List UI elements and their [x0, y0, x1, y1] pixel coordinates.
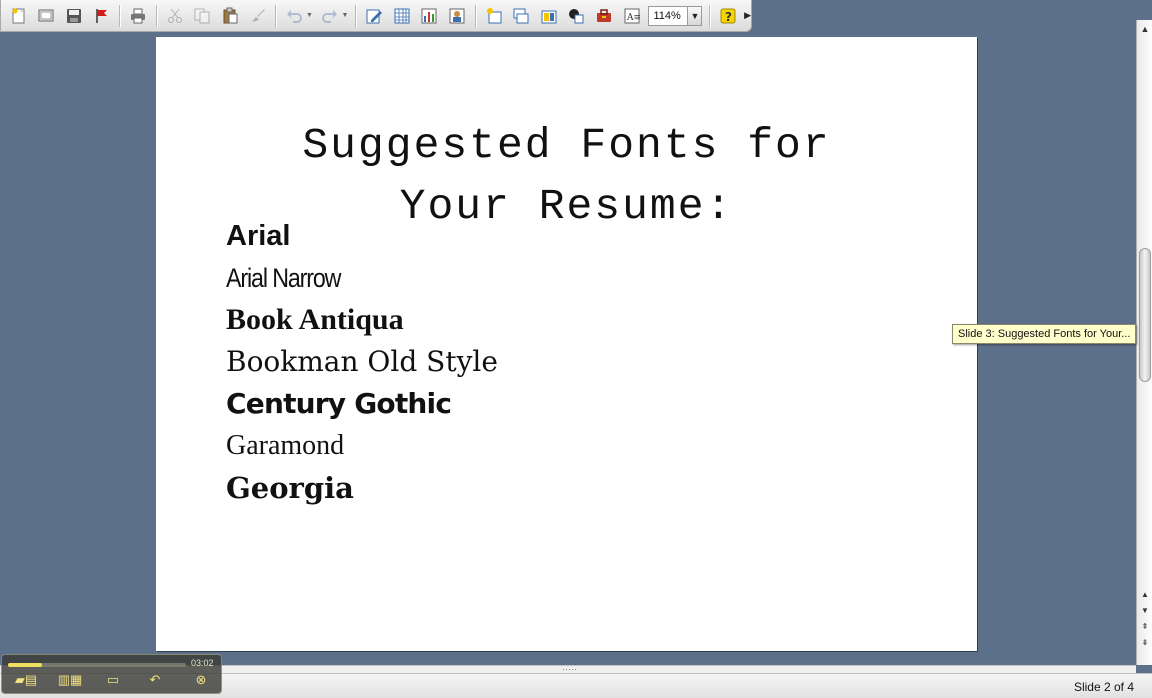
splitter-grip-icon[interactable]: ····· — [562, 665, 577, 674]
display-icon[interactable]: ▭ — [98, 671, 128, 689]
toolbar-separator — [709, 4, 711, 27]
zoom-value: 114% — [653, 9, 681, 22]
font-name-book-antiqua: Book Antiqua — [226, 303, 404, 336]
scroll-down-icon[interactable]: ▼ — [1137, 604, 1152, 618]
standard-toolbar: ▼ ▼ A≡ 114% ▼ ? ▶ — [0, 0, 752, 32]
undo-dropdown-icon[interactable]: ▼ — [306, 12, 314, 19]
toolbar-separator — [275, 4, 277, 27]
recording-progress-track[interactable] — [8, 663, 186, 667]
transition-icon[interactable] — [565, 4, 589, 28]
new-icon[interactable] — [7, 4, 31, 28]
undo-recording-icon[interactable]: ↶ — [142, 671, 168, 689]
cut-icon[interactable] — [163, 4, 187, 28]
notes-icon[interactable]: ▰▤ — [10, 671, 42, 689]
stop-recording-icon[interactable]: ⊗ — [188, 671, 214, 689]
list-item[interactable]: Garamond — [226, 425, 498, 467]
toolbar-separator — [119, 4, 121, 27]
save-icon[interactable] — [62, 4, 86, 28]
list-item[interactable]: Georgia — [226, 467, 498, 509]
copy-icon[interactable] — [191, 4, 215, 28]
flag-icon[interactable] — [90, 4, 114, 28]
print-icon[interactable] — [126, 4, 150, 28]
scroll-thumb[interactable] — [1139, 248, 1151, 382]
workspace-top — [752, 0, 1138, 20]
edit-icon[interactable] — [362, 4, 386, 28]
redo-dropdown-icon[interactable]: ▼ — [342, 12, 350, 19]
table-icon[interactable] — [390, 4, 414, 28]
font-name-arial-narrow: Arial Narrow — [226, 263, 341, 293]
recording-progress-fill — [8, 663, 42, 667]
textbox-icon[interactable]: A≡ — [620, 4, 644, 28]
list-item[interactable]: Bookman Old Style — [226, 341, 498, 383]
paste-icon[interactable] — [218, 4, 242, 28]
toolbar-separator — [156, 4, 158, 27]
scroll-up-icon[interactable]: ▲ — [1137, 588, 1152, 602]
toolbar-separator — [474, 4, 476, 27]
svg-text:?: ? — [725, 10, 732, 24]
font-name-arial: Arial — [226, 220, 291, 252]
slides-icon[interactable] — [509, 4, 533, 28]
list-item[interactable]: Arial Narrow — [226, 257, 498, 299]
list-item[interactable]: Book Antiqua — [226, 299, 498, 341]
toolbar-separator — [355, 4, 357, 27]
toolbox-icon[interactable] — [592, 4, 616, 28]
recording-time: 03:02 — [191, 658, 214, 668]
view-layout-icon[interactable]: ▥▦ — [50, 671, 90, 689]
font-name-bookman: Bookman Old Style — [226, 345, 498, 378]
layout-icon[interactable] — [537, 4, 561, 28]
slide-canvas[interactable]: Suggested Fonts for Your Resume: Arial A… — [156, 37, 977, 651]
slide-indicator: Slide 2 of 4 — [1073, 680, 1134, 694]
chevron-down-icon[interactable]: ▼ — [687, 6, 702, 25]
font-name-georgia: Georgia — [226, 471, 354, 505]
scroll-tooltip: Slide 3: Suggested Fonts for Your... — [952, 324, 1137, 344]
list-item[interactable]: Century Gothic — [226, 383, 498, 425]
new-slide-icon[interactable] — [482, 4, 506, 28]
previous-slide-icon[interactable]: ⇞ — [1137, 620, 1152, 634]
font-name-century-gothic: Century Gothic — [226, 387, 452, 420]
redo-icon[interactable] — [318, 4, 342, 28]
screen-recorder-panel[interactable]: 03:02 ▰▤ ▥▦ ▭ ↶ ⊗ — [1, 654, 222, 694]
list-item[interactable]: Arial — [226, 215, 498, 257]
undo-icon[interactable] — [282, 4, 306, 28]
svg-text:A≡: A≡ — [626, 13, 641, 23]
scroll-up-icon[interactable]: ▲ — [1137, 24, 1152, 38]
toolbar-overflow-icon[interactable]: ▶ — [744, 10, 751, 21]
open-icon[interactable] — [35, 4, 59, 28]
font-list[interactable]: Arial Arial Narrow Book Antiqua Bookman … — [226, 215, 498, 509]
next-slide-icon[interactable]: ⇟ — [1137, 636, 1152, 650]
help-icon[interactable]: ? — [716, 4, 740, 28]
font-name-garamond: Garamond — [226, 430, 345, 461]
vertical-scrollbar[interactable]: ▲ ▲ ▼ ⇞ ⇟ — [1136, 20, 1152, 665]
zoom-select[interactable]: 114% ▼ — [648, 5, 703, 26]
chart-icon[interactable] — [418, 4, 442, 28]
photo-icon[interactable] — [445, 4, 469, 28]
brush-icon[interactable] — [246, 4, 270, 28]
